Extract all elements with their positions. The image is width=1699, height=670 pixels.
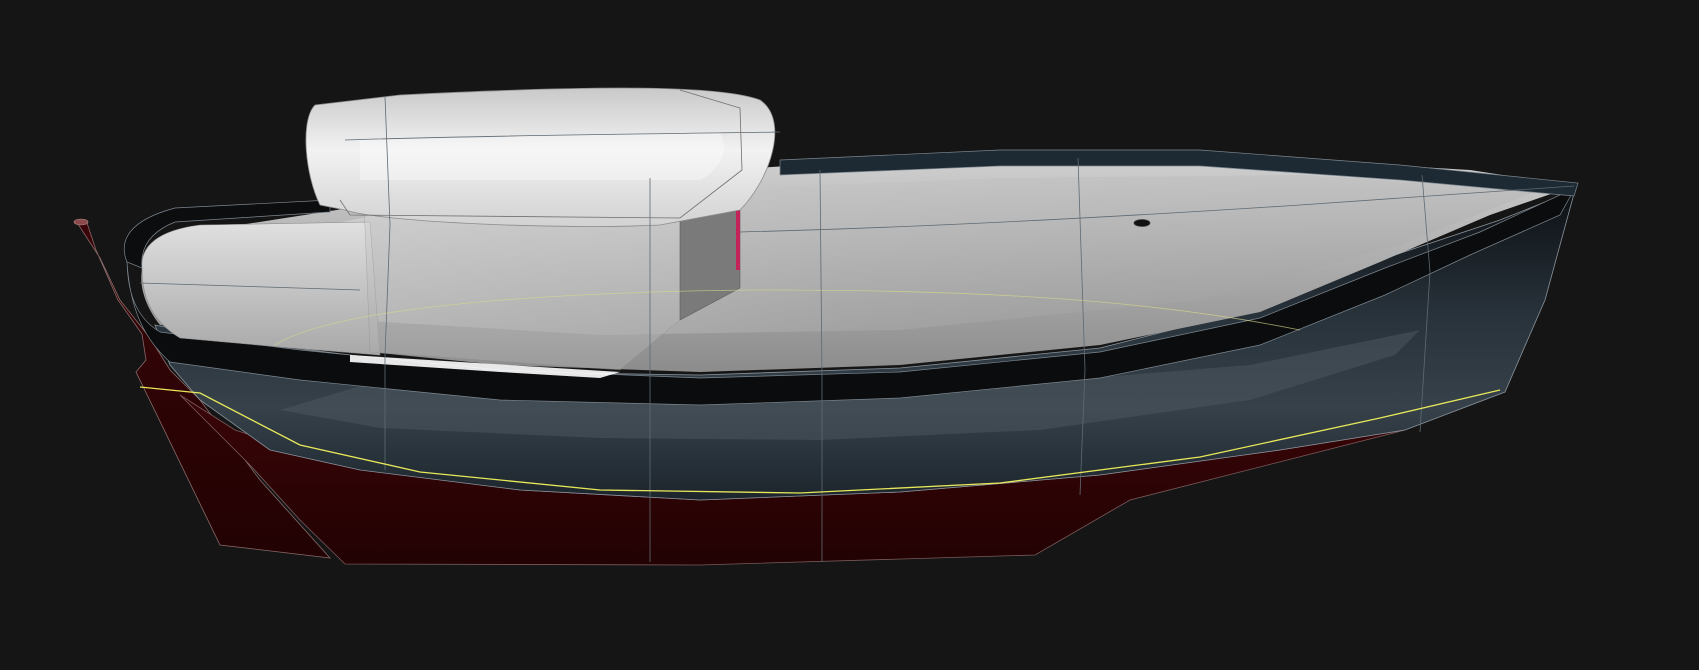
aft-cockpit-coaming <box>141 221 381 356</box>
boat-scene <box>0 0 1699 670</box>
cabin-roof-highlight <box>360 132 724 180</box>
rudder-top <box>73 218 89 226</box>
render-viewport <box>0 0 1699 670</box>
deck-fitting <box>1133 219 1151 227</box>
